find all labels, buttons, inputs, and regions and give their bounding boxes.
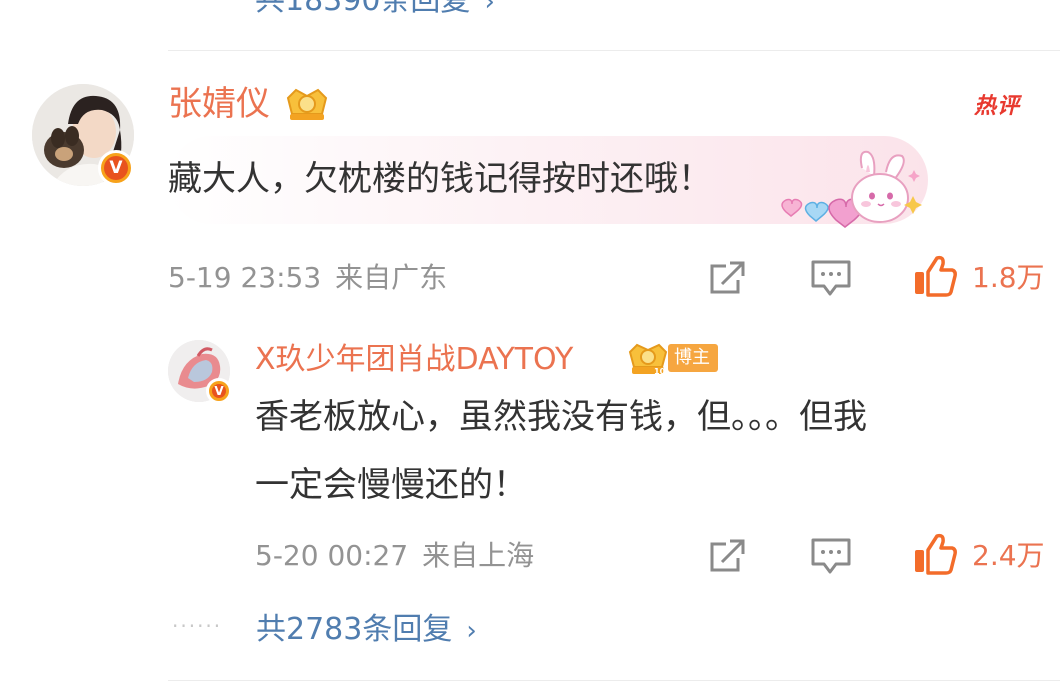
reply-like-icon[interactable] <box>912 532 958 576</box>
divider <box>168 50 1060 51</box>
reply-verified-badge: V <box>206 378 232 404</box>
reply-source: 来自上海 <box>422 539 535 572</box>
reply-comment-icon[interactable] <box>810 536 852 576</box>
crown-level-badge-icon: 10 <box>628 343 668 376</box>
reply-like-count: 2.4万 <box>972 539 1045 572</box>
more-replies-text: 共2783条回复 <box>256 612 453 647</box>
chevron-right-icon: › <box>484 0 495 17</box>
reply-time: 5-20 00:27 <box>255 539 409 572</box>
reply-meta: 5-20 00:27 来自上海 <box>255 536 534 576</box>
divider-bottom <box>168 680 1060 681</box>
comment-text: 藏大人，欠枕楼的钱记得按时还哦！ <box>168 159 712 199</box>
crown-badge-icon <box>286 88 328 120</box>
level-number: 10 <box>654 367 666 376</box>
chevron-right-icon: › <box>466 616 477 646</box>
share-icon[interactable] <box>708 258 748 298</box>
reply-text-line1: 香老板放心，虽然我没有钱，但。。。但我 <box>255 397 867 437</box>
comment-meta: 5-19 23:53 来自广东 <box>168 258 447 298</box>
like-icon[interactable] <box>912 254 958 298</box>
blogger-tag: 博主 <box>668 344 718 372</box>
reply-username[interactable]: X玖少年团肖战DAYTOY <box>255 340 573 380</box>
verified-badge: V <box>98 150 134 186</box>
reply-share-icon[interactable] <box>708 536 748 576</box>
comment-icon[interactable] <box>810 258 852 298</box>
bunny-sticker-icon <box>781 150 922 228</box>
more-replies-row[interactable]: ······ 共2783条回复 › <box>172 604 477 648</box>
previous-replies-link[interactable]: 共18390条回复 › <box>255 0 495 17</box>
comment-username[interactable]: 张婧仪 <box>168 84 270 124</box>
comment-like-count: 1.8万 <box>972 261 1045 294</box>
comment-source: 来自广东 <box>335 261 448 294</box>
dots-separator: ······ <box>172 614 223 638</box>
reply-text-line2: 一定会慢慢还的！ <box>255 465 527 505</box>
more-replies-link[interactable]: 共2783条回复 › <box>256 604 477 648</box>
comment-time: 5-19 23:53 <box>168 261 322 294</box>
hot-comment-tag: 热评 <box>974 94 1021 119</box>
previous-replies-text: 共18390条回复 <box>255 0 471 18</box>
